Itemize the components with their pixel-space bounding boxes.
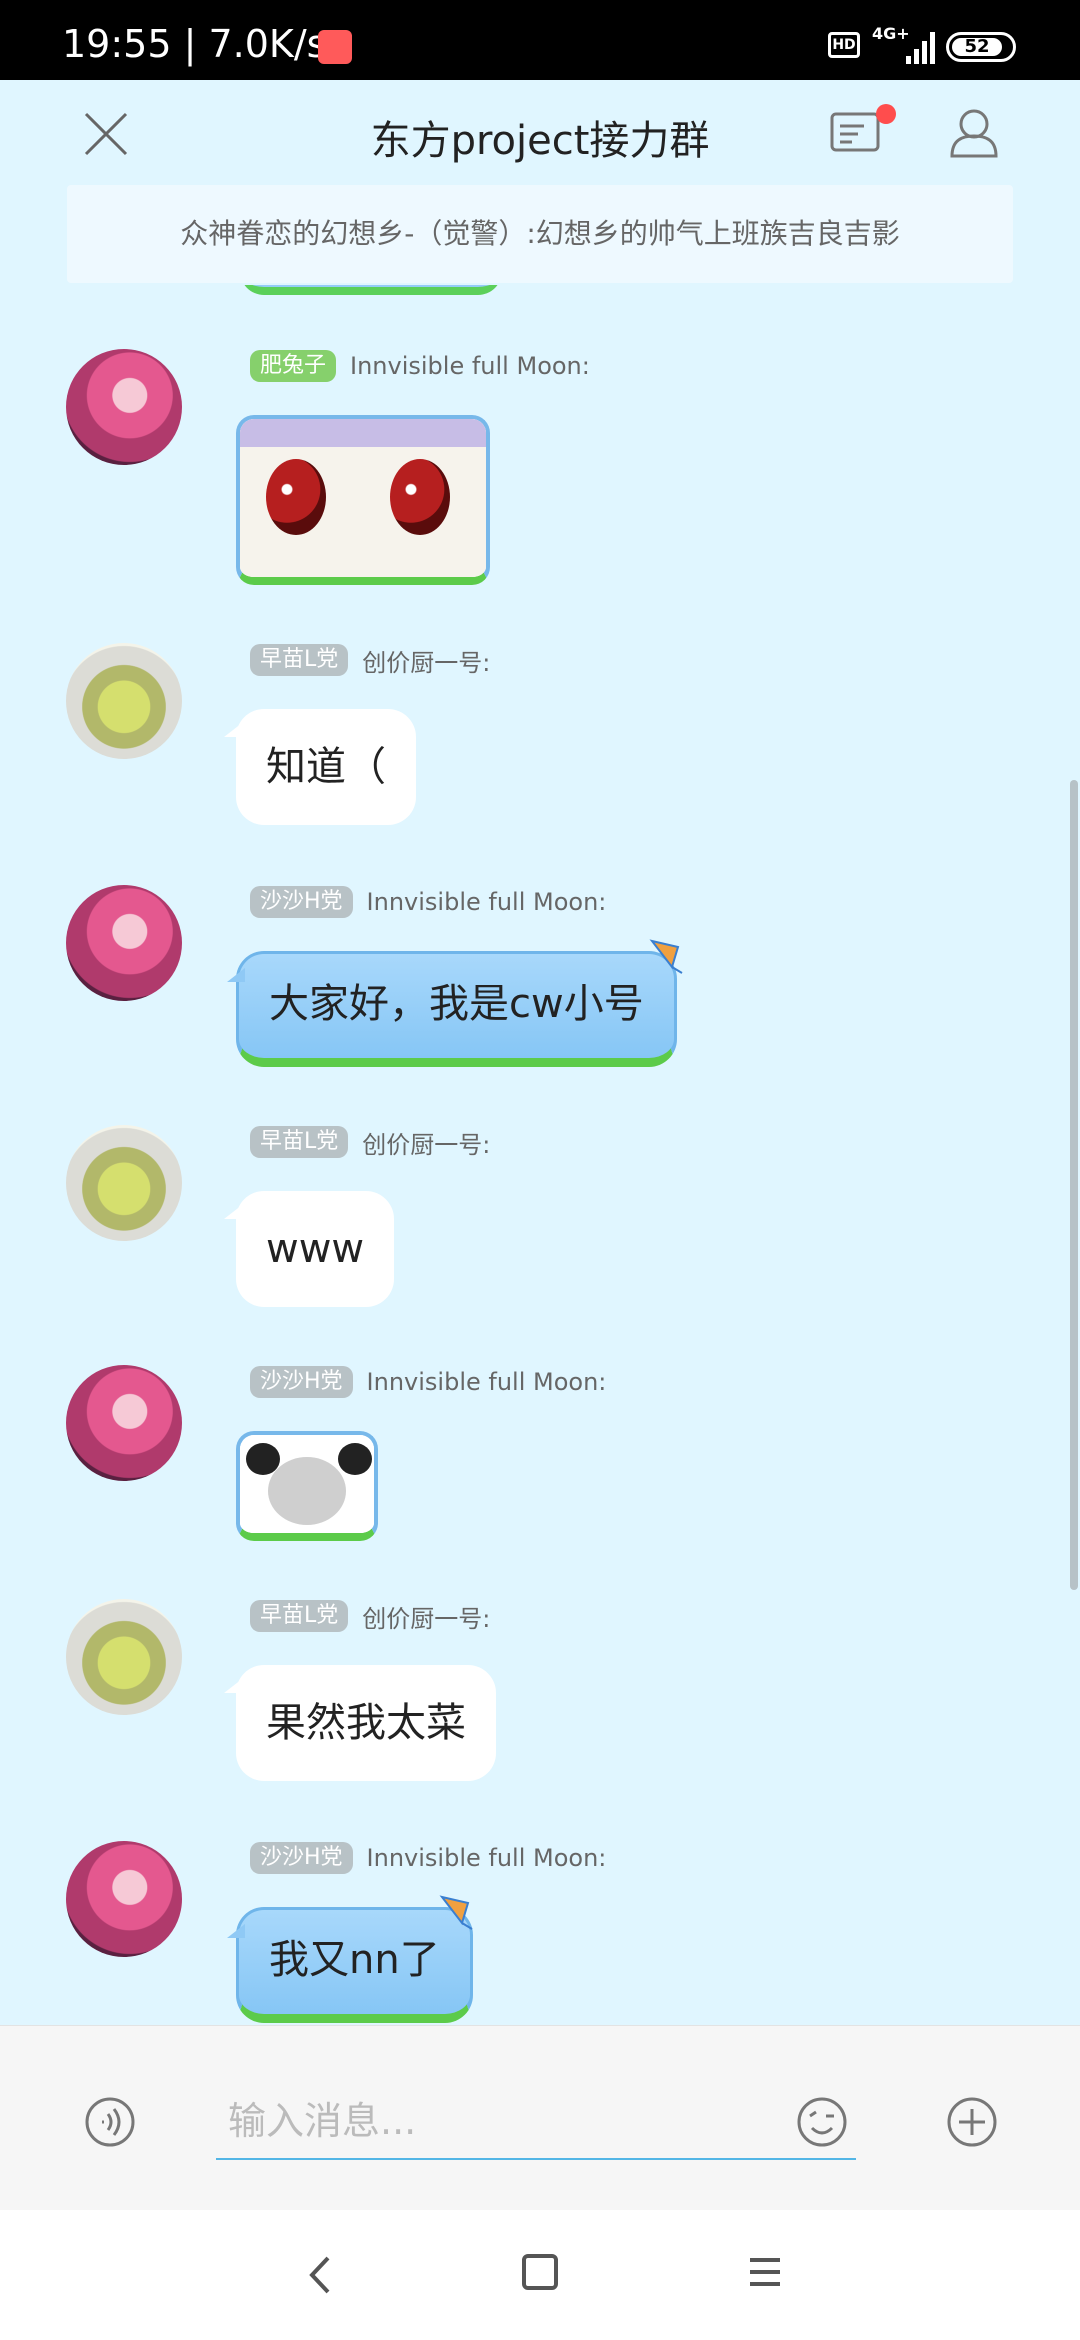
notification-dot: [876, 104, 896, 124]
app-notification-icon: [318, 30, 352, 64]
member-title-badge: 沙沙H党: [250, 1842, 353, 1874]
sticker-image: [240, 1435, 374, 1533]
battery-icon: 52: [946, 32, 1016, 62]
sticker-message[interactable]: [236, 415, 490, 585]
avatar[interactable]: [66, 1841, 182, 1957]
announcement-icon[interactable]: [830, 110, 882, 154]
sticker-image: [240, 419, 486, 577]
member-title-badge: 沙沙H党: [250, 886, 353, 918]
message-meta: 肥兔子 Innvisible full Moon:: [250, 349, 590, 383]
previous-message-bubble: [240, 285, 502, 295]
chat-header: 东方project接力群: [0, 80, 1080, 190]
sender-name: 创价厨一号:: [362, 1130, 491, 1159]
text-message-bubble[interactable]: www: [223, 1191, 395, 1307]
message-meta: 沙沙H党 Innvisible full Moon:: [250, 885, 606, 919]
text-message-bubble[interactable]: 果然我太菜: [224, 1665, 496, 1781]
system-nav-bar: [0, 2210, 1080, 2340]
message-meta: 沙沙H党 Innvisible full Moon:: [250, 1365, 606, 1399]
member-title-badge: 早苗L党: [250, 644, 349, 676]
sender-name: Innvisible full Moon:: [366, 1844, 607, 1872]
avatar[interactable]: [66, 349, 182, 465]
message-input[interactable]: [216, 2084, 856, 2160]
chat-scrollbar[interactable]: [1070, 780, 1078, 1590]
chat-title: 东方project接力群: [370, 118, 710, 164]
home-icon[interactable]: [522, 2254, 558, 2290]
avatar[interactable]: [66, 1599, 182, 1715]
member-title-badge: 沙沙H党: [250, 1366, 353, 1398]
avatar[interactable]: [66, 1365, 182, 1481]
sender-name: Innvisible full Moon:: [366, 888, 607, 916]
text-message-bubble[interactable]: 大家好，我是cw小号: [227, 951, 677, 1067]
status-time: 19:55 | 7.0K/s: [62, 22, 327, 66]
battery-level: 52: [952, 38, 1002, 56]
message-input-bar: [0, 2025, 1080, 2210]
group-announcement[interactable]: 众神眷恋的幻想乡-（觉警）:幻想乡的帅气上班族吉良吉影: [67, 185, 1013, 283]
member-title-badge: 早苗L党: [250, 1126, 349, 1158]
avatar[interactable]: [66, 885, 182, 1001]
sender-name: Innvisible full Moon:: [350, 352, 590, 380]
sender-name: Innvisible full Moon:: [366, 1368, 607, 1396]
sender-name: 创价厨一号:: [362, 648, 491, 677]
message-meta: 沙沙H党 Innvisible full Moon:: [250, 1841, 606, 1875]
sticker-message[interactable]: [236, 1431, 378, 1541]
avatar[interactable]: [66, 643, 182, 759]
kite-icon: [439, 1895, 473, 1930]
voice-input-icon[interactable]: [84, 2096, 136, 2148]
menu-icon[interactable]: [748, 2252, 782, 2292]
group-members-icon[interactable]: [946, 104, 1002, 160]
message-meta: 早苗L党 创价厨一号:: [250, 1599, 490, 1633]
member-title-badge: 早苗L党: [250, 1600, 349, 1632]
avatar[interactable]: [66, 1125, 182, 1241]
emoji-icon[interactable]: [796, 2096, 848, 2148]
kite-icon: [649, 939, 683, 974]
status-bar: 19:55 | 7.0K/s HD 4G+ 52: [0, 0, 1080, 80]
back-icon[interactable]: [300, 2252, 340, 2298]
member-title-badge: 肥兔子: [250, 350, 337, 382]
plus-icon[interactable]: [946, 2096, 998, 2148]
network-type-label: 4G+: [872, 24, 910, 43]
message-meta: 早苗L党 创价厨一号:: [250, 1125, 490, 1159]
signal-icon: [906, 30, 936, 64]
message-meta: 早苗L党 创价厨一号:: [250, 643, 490, 677]
sender-name: 创价厨一号:: [362, 1604, 491, 1633]
hd-icon: HD: [828, 32, 860, 58]
message-list[interactable]: 肥兔子 Innvisible full Moon: 早苗L党 创价厨一号: 知道…: [0, 285, 1080, 2025]
text-message-bubble[interactable]: 知道（: [224, 709, 416, 825]
